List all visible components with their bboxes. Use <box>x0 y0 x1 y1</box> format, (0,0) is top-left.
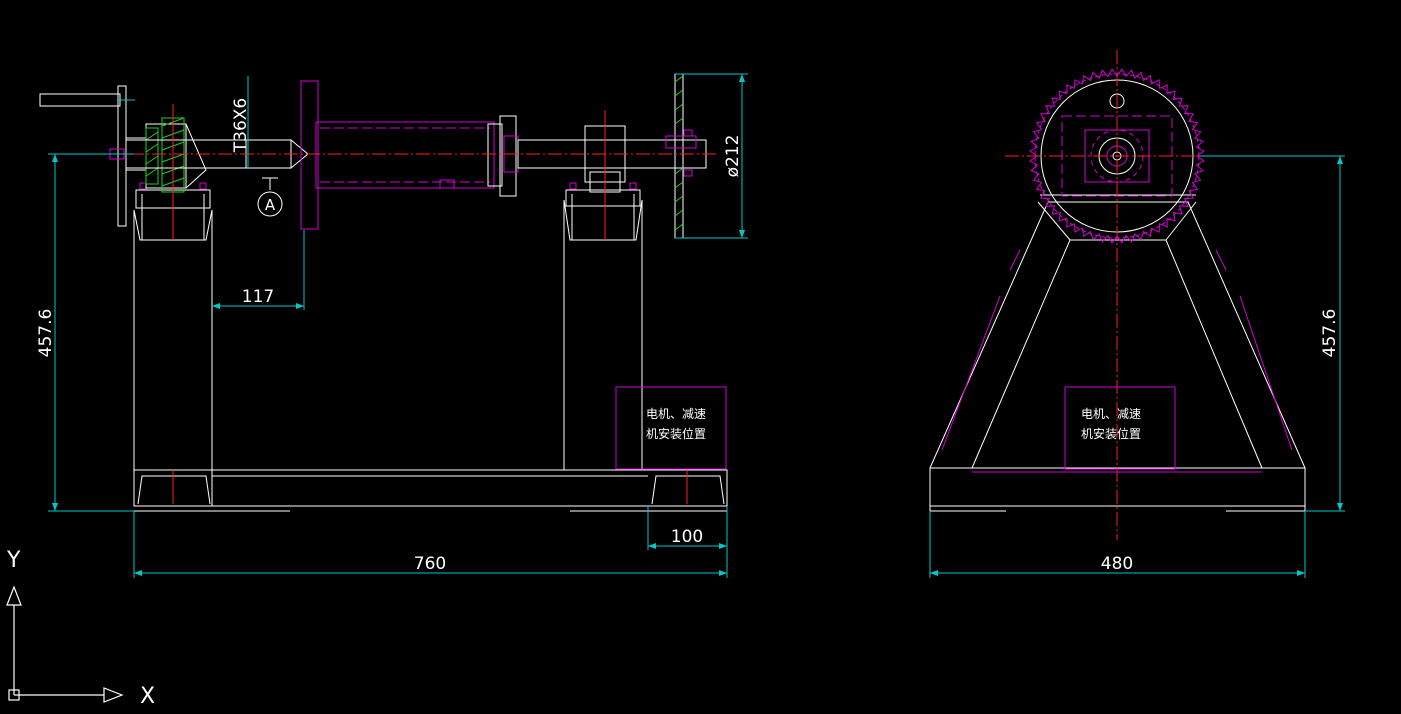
hand-crank <box>39 85 146 227</box>
front-base-plate <box>133 469 728 507</box>
dim-height-right: 457.6 <box>1320 309 1340 358</box>
thread-dimension: T36X6 <box>231 98 251 153</box>
sprocket-section <box>665 73 697 239</box>
left-foot <box>137 475 211 505</box>
side-view: 电机、减速 机安装位置 <box>929 50 1306 540</box>
front-view: 电机、减速 机安装位置 A <box>39 73 728 512</box>
right-support-column <box>563 182 643 470</box>
motor-note-front-line2: 机安装位置 <box>646 426 706 441</box>
motor-note-front-line1: 电机、减速 <box>646 407 706 421</box>
dim-height-left: 457.6 <box>36 309 56 358</box>
tailstock-block <box>145 117 207 193</box>
left-flange <box>300 80 319 230</box>
mandrel-drum <box>315 115 519 197</box>
section-marker: A <box>257 177 283 217</box>
dim-480: 480 <box>1101 554 1133 574</box>
cad-drawing: 电机、减速 机安装位置 A T36X6 117 457.6 ø212 100 7… <box>6 50 1345 709</box>
ucs-icon: Y X <box>6 548 155 709</box>
dim-117: 117 <box>242 287 274 307</box>
dim-760: 760 <box>414 554 446 574</box>
front-dimensions: T36X6 117 457.6 ø212 100 760 <box>36 73 748 578</box>
motor-note-side-line2: 机安装位置 <box>1081 426 1141 441</box>
side-dimensions: 457.6 480 <box>929 155 1345 578</box>
section-marker-label: A <box>265 196 276 214</box>
ucs-y-label: Y <box>6 548 21 573</box>
right-foot <box>651 475 725 505</box>
dim-diameter: ø212 <box>723 135 743 178</box>
motor-note-side-line1: 电机、减速 <box>1081 407 1141 421</box>
dim-100: 100 <box>671 527 703 547</box>
ucs-x-label: X <box>140 684 155 709</box>
